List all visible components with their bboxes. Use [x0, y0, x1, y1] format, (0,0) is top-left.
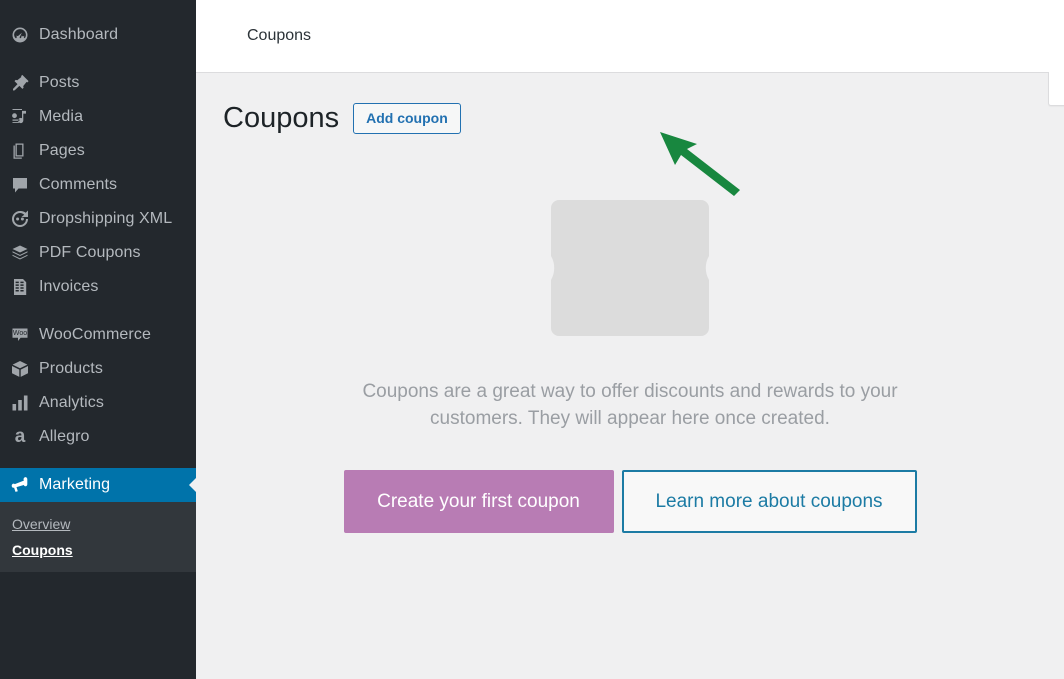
- sidebar-item-label: Pages: [39, 142, 85, 159]
- sidebar-item-analytics[interactable]: Analytics: [0, 386, 196, 420]
- breadcrumb: Coupons: [247, 27, 312, 44]
- add-coupon-button[interactable]: Add coupon: [353, 102, 461, 134]
- analytics-bars-icon: [10, 393, 30, 413]
- sync-icon: [10, 209, 30, 229]
- admin-sidebar: Dashboard Posts Media Pages Comments Dro…: [0, 0, 196, 679]
- sidebar-item-label: Products: [39, 360, 103, 377]
- marketing-submenu: Overview Coupons: [0, 502, 196, 572]
- coupon-ticket-icon: [551, 200, 709, 336]
- sidebar-item-invoices[interactable]: Invoices: [0, 270, 196, 304]
- submenu-item-coupons[interactable]: Coupons: [0, 537, 196, 563]
- sidebar-item-label: Media: [39, 108, 84, 125]
- comments-icon: [10, 175, 30, 195]
- sidebar-item-media[interactable]: Media: [0, 100, 196, 134]
- page-header-bar: Coupons: [196, 0, 1064, 73]
- admin-screen: Dashboard Posts Media Pages Comments Dro…: [0, 0, 1064, 679]
- annotation-arrow-icon: [660, 132, 740, 196]
- empty-state-message: Coupons are a great way to offer discoun…: [362, 381, 898, 429]
- main-content: Coupons Coupons Add coupon Coupons are a…: [196, 0, 1064, 679]
- edge-panel-fragment: [1048, 72, 1064, 106]
- sidebar-item-products[interactable]: Products: [0, 352, 196, 386]
- sidebar-item-label: Dropshipping XML: [39, 210, 173, 227]
- create-first-coupon-button[interactable]: Create your first coupon: [343, 470, 614, 533]
- invoice-icon: [10, 277, 30, 297]
- sidebar-item-dashboard[interactable]: Dashboard: [0, 18, 196, 52]
- woocommerce-icon: Woo: [10, 325, 30, 345]
- page-title-row: Coupons Add coupon: [223, 100, 1064, 136]
- sidebar-item-comments[interactable]: Comments: [0, 168, 196, 202]
- coupons-empty-state: Coupons are a great way to offer discoun…: [196, 200, 1064, 533]
- sidebar-item-label: Allegro: [39, 428, 90, 445]
- sidebar-item-label: Invoices: [39, 278, 99, 295]
- sidebar-item-posts[interactable]: Posts: [0, 66, 196, 100]
- sidebar-item-label: Marketing: [39, 476, 111, 493]
- page-title: Coupons: [223, 102, 340, 134]
- sidebar-item-pages[interactable]: Pages: [0, 134, 196, 168]
- sidebar-item-pdf-coupons[interactable]: PDF Coupons: [0, 236, 196, 270]
- sidebar-item-label: WooCommerce: [39, 326, 151, 343]
- submenu-item-overview[interactable]: Overview: [0, 511, 196, 537]
- dashboard-icon: [10, 25, 30, 45]
- sidebar-item-dropshipping-xml[interactable]: Dropshipping XML: [0, 202, 196, 236]
- allegro-a-icon: a: [14, 426, 26, 447]
- pdf-coupons-icon: [10, 243, 30, 263]
- learn-more-about-coupons-button[interactable]: Learn more about coupons: [621, 470, 917, 533]
- media-icon: [10, 107, 30, 127]
- pin-icon: [10, 73, 30, 93]
- sidebar-item-label: PDF Coupons: [39, 244, 141, 261]
- sidebar-item-label: Dashboard: [39, 26, 119, 43]
- sidebar-item-label: Analytics: [39, 394, 104, 411]
- products-box-icon: [10, 359, 30, 379]
- svg-text:Woo: Woo: [13, 330, 27, 337]
- sidebar-item-label: Posts: [39, 74, 80, 91]
- sidebar-item-woocommerce[interactable]: Woo WooCommerce: [0, 318, 196, 352]
- sidebar-item-allegro[interactable]: a Allegro: [0, 420, 196, 454]
- pages-icon: [10, 141, 30, 161]
- megaphone-icon: [10, 475, 30, 495]
- empty-state-actions: Create your first coupon Learn more abou…: [343, 470, 917, 533]
- sidebar-item-marketing[interactable]: Marketing: [0, 468, 196, 502]
- sidebar-item-label: Comments: [39, 176, 118, 193]
